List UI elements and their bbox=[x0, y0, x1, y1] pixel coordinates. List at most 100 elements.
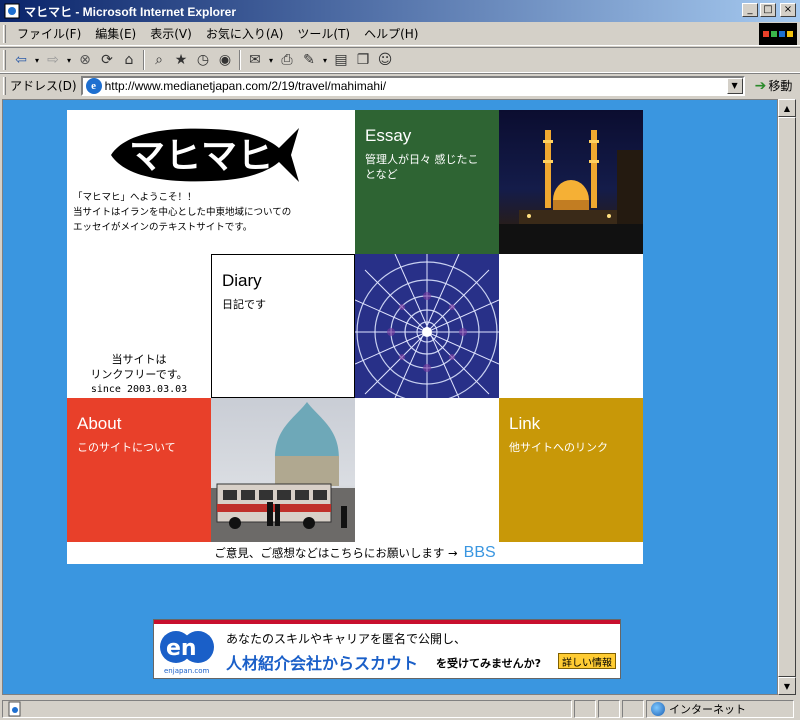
back-icon[interactable]: ⇦ bbox=[10, 49, 32, 71]
window-title: マヒマヒ - Microsoft Internet Explorer bbox=[24, 4, 237, 19]
go-arrow-icon: ➔ bbox=[754, 77, 767, 94]
about-tile[interactable]: About このサイトについて bbox=[67, 398, 211, 542]
night-mosque-photo bbox=[499, 110, 643, 254]
about-label[interactable]: About bbox=[77, 414, 121, 434]
mahimahi-fish-logo[interactable]: マヒマヒ bbox=[107, 124, 303, 186]
refresh-icon[interactable]: ⟳ bbox=[96, 49, 118, 71]
maximize-button[interactable]: □ bbox=[760, 3, 776, 17]
menu-favorites[interactable]: お気に入り(A) bbox=[199, 23, 291, 44]
forward-icon[interactable]: ⇨ bbox=[42, 49, 64, 71]
menu-edit[interactable]: 編集(E) bbox=[88, 23, 143, 44]
linkfree-line: リンクフリーです。 bbox=[90, 368, 188, 381]
address-dropdown-icon[interactable]: ▼ bbox=[726, 77, 743, 94]
vertical-scrollbar[interactable]: ▲ ▼ bbox=[778, 99, 796, 695]
mail-dropdown-icon[interactable]: ▾ bbox=[266, 56, 276, 65]
search-icon[interactable]: ⌕ bbox=[148, 49, 170, 71]
intro-cell: マヒマヒ 「マヒマヒ」へようこそ！！ 当サイトはイランを中心とした中東地域につい… bbox=[67, 110, 355, 254]
linkfree-text: 当サイトは リンクフリーです。 since 2003.03.03 bbox=[67, 352, 211, 397]
back-dropdown-icon[interactable]: ▾ bbox=[32, 56, 42, 65]
menu-view[interactable]: 表示(V) bbox=[143, 23, 199, 44]
print-icon[interactable]: ⎙ bbox=[276, 49, 298, 71]
link-tile[interactable]: Link 他サイトへのリンク bbox=[499, 398, 643, 542]
ie-icon: e bbox=[85, 77, 102, 94]
intro-line: エッセイがメインのテキストサイトです。 bbox=[73, 222, 253, 233]
enjapan-logo-icon[interactable]: en enjapan.com bbox=[158, 627, 216, 675]
banner-line1: あなたのスキルやキャリアを匿名で公開し、 bbox=[226, 632, 467, 646]
home-icon[interactable]: ⌂ bbox=[118, 49, 140, 71]
linkfree-line: 当サイトは bbox=[111, 353, 167, 366]
stop-icon[interactable]: ⊗ bbox=[74, 49, 96, 71]
mosaic-tile-photo bbox=[355, 254, 499, 398]
diary-label[interactable]: Diary bbox=[222, 271, 262, 291]
night-mosque-illustration bbox=[499, 130, 643, 254]
ie-page-icon bbox=[4, 3, 20, 19]
status-slot bbox=[574, 699, 596, 718]
logo-text: マヒマヒ bbox=[129, 136, 273, 177]
svg-text:en: en bbox=[166, 636, 197, 661]
feedback-text: ご意見、ご感想などはこちらにお願いします → bbox=[214, 546, 458, 560]
status-slot bbox=[598, 699, 620, 718]
menu-tools[interactable]: ツール(T) bbox=[290, 23, 357, 44]
essay-label[interactable]: Essay bbox=[365, 126, 411, 146]
dome-bus-illustration bbox=[211, 402, 355, 542]
history-icon[interactable]: ◷ bbox=[192, 49, 214, 71]
enjapan-banner-ad[interactable]: en enjapan.com あなたのスキルやキャリアを匿名で公開し、 人材紹介… bbox=[153, 619, 621, 679]
go-button[interactable]: ➔ 移動 bbox=[755, 77, 793, 94]
edit-dropdown-icon[interactable]: ▾ bbox=[320, 56, 330, 65]
address-label: アドレス(D) bbox=[10, 79, 77, 93]
edit-icon[interactable]: ✎ bbox=[298, 49, 320, 71]
messenger-icon[interactable]: ☺ bbox=[374, 49, 396, 71]
address-bar: アドレス(D) e http://www.medianetjapan.com/2… bbox=[0, 73, 800, 97]
address-url[interactable]: http://www.medianetjapan.com/2/19/travel… bbox=[105, 79, 386, 93]
address-input[interactable]: e http://www.medianetjapan.com/2/19/trav… bbox=[80, 75, 745, 96]
linkfree-since: since 2003.03.03 bbox=[90, 384, 188, 395]
mosaic-pattern bbox=[355, 254, 499, 398]
dome-bus-photo bbox=[211, 398, 355, 542]
bbs-link[interactable]: BBS bbox=[464, 544, 496, 562]
mail-icon[interactable]: ✉ bbox=[244, 49, 266, 71]
media-icon[interactable]: ◉ bbox=[214, 49, 236, 71]
feedback-line: ご意見、ご感想などはこちらにお願いします → BBS bbox=[67, 542, 643, 564]
essay-sub[interactable]: 管理人が日々 感じたことなど bbox=[365, 152, 489, 182]
essay-tile[interactable]: Essay 管理人が日々 感じたことなど bbox=[355, 110, 499, 254]
close-button[interactable]: × bbox=[780, 3, 796, 17]
svg-text:enjapan.com: enjapan.com bbox=[164, 667, 210, 675]
diary-tile[interactable]: Diary 日記です bbox=[211, 254, 355, 398]
zone-label: インターネット bbox=[669, 702, 746, 716]
favorites-icon[interactable]: ★ bbox=[170, 49, 192, 71]
status-main bbox=[2, 699, 572, 718]
page-viewport: マヒマヒ 「マヒマヒ」へようこそ！！ 当サイトはイランを中心とした中東地域につい… bbox=[2, 99, 778, 695]
minimize-button[interactable]: _ bbox=[742, 3, 758, 17]
menu-grip bbox=[3, 24, 6, 43]
scroll-up-icon[interactable]: ▲ bbox=[778, 99, 796, 117]
banner-line2b: を受けてみませんか? bbox=[436, 657, 542, 670]
research-icon[interactable]: ❐ bbox=[352, 49, 374, 71]
address-grip bbox=[3, 76, 6, 95]
intro-line: 当サイトはイランを中心とした中東地域についての bbox=[73, 207, 292, 218]
banner-line2: 人材紹介会社からスカウト bbox=[226, 654, 419, 673]
go-label: 移動 bbox=[768, 79, 793, 93]
menu-help[interactable]: ヘルプ(H) bbox=[357, 23, 425, 44]
diary-sub[interactable]: 日記です bbox=[222, 297, 346, 312]
linkfree-cell: 当サイトは リンクフリーです。 since 2003.03.03 bbox=[67, 254, 211, 398]
menu-file[interactable]: ファイル(F) bbox=[10, 23, 88, 44]
blank-cell bbox=[499, 254, 643, 398]
site-grid: マヒマヒ 「マヒマヒ」へようこそ！！ 当サイトはイランを中心とした中東地域につい… bbox=[67, 110, 643, 564]
toolbar-grip bbox=[3, 50, 6, 70]
scroll-down-icon[interactable]: ▼ bbox=[778, 677, 796, 695]
menu-bar: ファイル(F) 編集(E) 表示(V) お気に入り(A) ツール(T) ヘルプ(… bbox=[0, 22, 800, 46]
discuss-icon[interactable]: ▤ bbox=[330, 49, 352, 71]
intro-text: 「マヒマヒ」へようこそ！！ 当サイトはイランを中心とした中東地域についての エッ… bbox=[73, 190, 291, 235]
status-bar: インターネット bbox=[0, 697, 800, 720]
page-done-icon bbox=[8, 701, 21, 716]
scroll-thumb[interactable] bbox=[778, 117, 796, 677]
about-sub[interactable]: このサイトについて bbox=[77, 440, 201, 455]
link-label[interactable]: Link bbox=[509, 414, 540, 434]
blank-cell bbox=[355, 398, 499, 542]
banner-detail-button[interactable]: 詳しい情報 bbox=[558, 653, 616, 669]
windows-logo-icon bbox=[759, 23, 797, 45]
link-sub[interactable]: 他サイトへのリンク bbox=[509, 440, 633, 455]
status-slot bbox=[622, 699, 644, 718]
forward-dropdown-icon[interactable]: ▾ bbox=[64, 56, 74, 65]
security-zone: インターネット bbox=[646, 699, 794, 718]
